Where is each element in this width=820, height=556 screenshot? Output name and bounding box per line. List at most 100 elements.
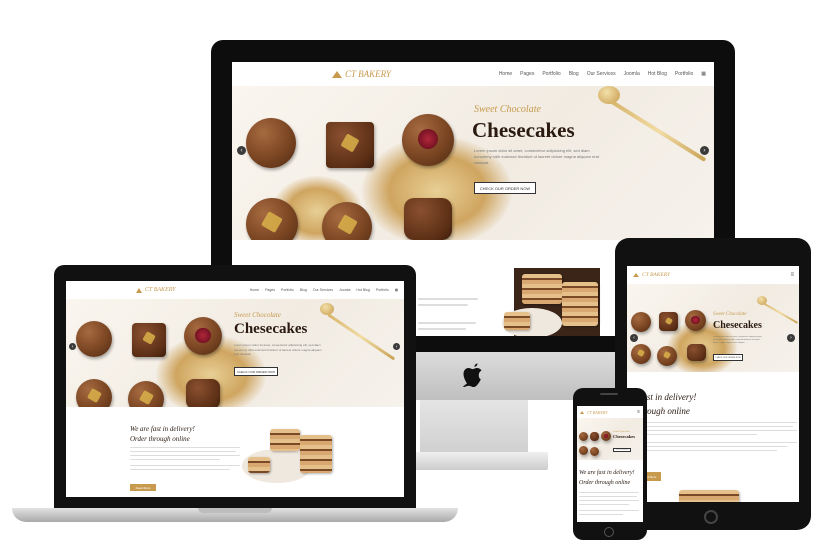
- macbook-screen: CT BAKERY Home Pages Portfolio Blog Our …: [66, 281, 404, 497]
- hero-subtitle: Sweet Chocolate: [713, 312, 747, 317]
- text-line: [130, 451, 236, 452]
- phone-logo[interactable]: CT BAKERY: [580, 410, 607, 415]
- chevron-right-icon[interactable]: ›: [787, 334, 795, 342]
- hero-title: Chesecakes: [234, 321, 308, 337]
- nav-item-blog[interactable]: Blog: [569, 71, 579, 77]
- logo-icon: [332, 70, 342, 78]
- chocolate-truffle: [657, 346, 677, 366]
- nav-item-portfolio-2[interactable]: Portfolio: [675, 71, 693, 77]
- chocolate-truffle: [246, 118, 296, 168]
- text-line: [637, 434, 757, 435]
- chocolate-square: [132, 323, 166, 357]
- hero-subtitle: Sweet Chocolate: [474, 104, 541, 115]
- imac-logo[interactable]: CT BAKERY: [332, 69, 391, 79]
- chocolate-berry: [685, 310, 706, 331]
- text-line: [637, 426, 793, 427]
- chevron-left-icon[interactable]: ‹: [237, 146, 246, 155]
- device-mockup-stage: CT BAKERY Home Pages Portfolio Blog Our …: [0, 0, 820, 556]
- macbook-notch: [198, 508, 272, 513]
- imac-navbar: CT BAKERY Home Pages Portfolio Blog Our …: [232, 62, 714, 86]
- chocolate-berry: [184, 317, 222, 355]
- nav-item-services[interactable]: Our Services: [313, 288, 333, 292]
- hero-order-button[interactable]: CHECK OUR ORDER NOW: [234, 367, 278, 376]
- nav-item-hot-blog[interactable]: Hot Blog: [356, 288, 369, 292]
- text-line: [130, 465, 240, 466]
- nav-item-services[interactable]: Our Services: [587, 71, 616, 77]
- text-line: [130, 469, 230, 470]
- hamburger-icon[interactable]: ≡: [637, 409, 640, 415]
- nav-item-portfolio[interactable]: Portfolio: [542, 71, 560, 77]
- imac-hero-slider: Sweet Chocolate Chesecakes Lorem ipsum d…: [232, 86, 714, 240]
- nav-item-home[interactable]: Home: [250, 288, 259, 292]
- hero-text: Lorem ipsum dolor sit amet, consectetur …: [474, 148, 599, 165]
- logo-icon: [633, 273, 639, 277]
- grid-icon[interactable]: ▦: [395, 288, 398, 292]
- logo-icon: [580, 410, 584, 414]
- chevron-right-icon[interactable]: ›: [700, 146, 709, 155]
- text-line: [637, 450, 777, 451]
- order-heading: Order through online: [579, 480, 631, 486]
- nav-item-portfolio-2[interactable]: Portfolio: [376, 288, 389, 292]
- chocolate-heart: [687, 344, 706, 361]
- chocolate-truffle: [631, 312, 651, 332]
- chevron-left-icon[interactable]: ‹: [630, 334, 638, 342]
- delivery-heading: We are fast in delivery!: [130, 425, 195, 433]
- tablet-logo[interactable]: CT BAKERY: [633, 272, 670, 278]
- chocolate-truffle: [631, 344, 651, 364]
- nav-item-portfolio[interactable]: Portfolio: [281, 288, 294, 292]
- cake-slice: [562, 282, 598, 326]
- hero-order-button[interactable]: CHECK OUR ORDER NOW: [713, 354, 743, 361]
- macbook-navbar: CT BAKERY Home Pages Portfolio Blog Our …: [66, 281, 404, 299]
- hero-order-button[interactable]: CHECK OUR ORDER NOW: [613, 448, 631, 452]
- apple-icon: [463, 363, 482, 387]
- hero-subtitle: Sweet Chocolate: [613, 430, 630, 433]
- gold-spoon-head: [320, 303, 334, 315]
- chevron-right-icon[interactable]: ›: [393, 343, 400, 350]
- nav-item-home[interactable]: Home: [499, 71, 512, 77]
- text-line: [130, 447, 240, 448]
- imac-menu: Home Pages Portfolio Blog Our Services J…: [499, 71, 706, 77]
- chocolate-truffle: [322, 202, 372, 240]
- chevron-left-icon[interactable]: ‹: [69, 343, 76, 350]
- cake-slice: [270, 429, 300, 451]
- cake-slice: [504, 312, 530, 330]
- text-line: [418, 322, 476, 324]
- chocolate-berry: [402, 114, 454, 166]
- macbook-menu: Home Pages Portfolio Blog Our Services J…: [250, 288, 398, 292]
- phone-hero-slider: Sweet Chocolate Chesecakes CHECK OUR ORD…: [577, 418, 643, 460]
- hamburger-icon[interactable]: ≡: [790, 272, 794, 278]
- text-line: [418, 304, 468, 306]
- nav-item-pages[interactable]: Pages: [265, 288, 275, 292]
- nav-item-joomla[interactable]: Joomla: [624, 71, 640, 77]
- hero-title: Chesecakes: [713, 320, 762, 331]
- text-line: [637, 430, 797, 431]
- read-more-button[interactable]: Read More: [130, 484, 156, 491]
- text-line: [579, 496, 637, 497]
- nav-item-blog[interactable]: Blog: [300, 288, 307, 292]
- nav-item-pages[interactable]: Pages: [520, 71, 534, 77]
- cake-slice: [300, 435, 332, 473]
- tablet-home-button[interactable]: [704, 510, 718, 524]
- cake-slice: [679, 490, 739, 502]
- chocolate-truffle: [76, 379, 112, 407]
- nav-item-hot-blog[interactable]: Hot Blog: [648, 71, 667, 77]
- gold-spoon-head: [598, 86, 620, 104]
- hero-title: Chesecakes: [472, 118, 575, 142]
- imac-stand-foot: [400, 452, 548, 470]
- logo-text: CT BAKERY: [587, 409, 608, 415]
- tablet-screen: CT BAKERY ≡ Sweet Chocolate Chesecakes L…: [627, 266, 799, 502]
- grid-icon[interactable]: ▦: [701, 71, 706, 77]
- text-line: [418, 328, 466, 330]
- hero-text: Lorem ipsum dolor sit amet, consectetur …: [234, 343, 322, 356]
- logo-text: CT BAKERY: [145, 287, 176, 293]
- macbook-logo[interactable]: CT BAKERY: [136, 287, 176, 293]
- hero-order-button[interactable]: CHECK OUR ORDER NOW: [474, 182, 536, 194]
- text-line: [579, 492, 639, 493]
- hero-text: Lorem ipsum dolor sit amet, consectetur …: [713, 336, 763, 344]
- chocolate-berry: [601, 431, 611, 441]
- hero-title: Chesecakes: [613, 434, 635, 439]
- phone-menu: ≡: [637, 409, 640, 415]
- cake-slice: [248, 457, 270, 473]
- phone-home-button[interactable]: [604, 527, 614, 537]
- nav-item-joomla[interactable]: Joomla: [339, 288, 350, 292]
